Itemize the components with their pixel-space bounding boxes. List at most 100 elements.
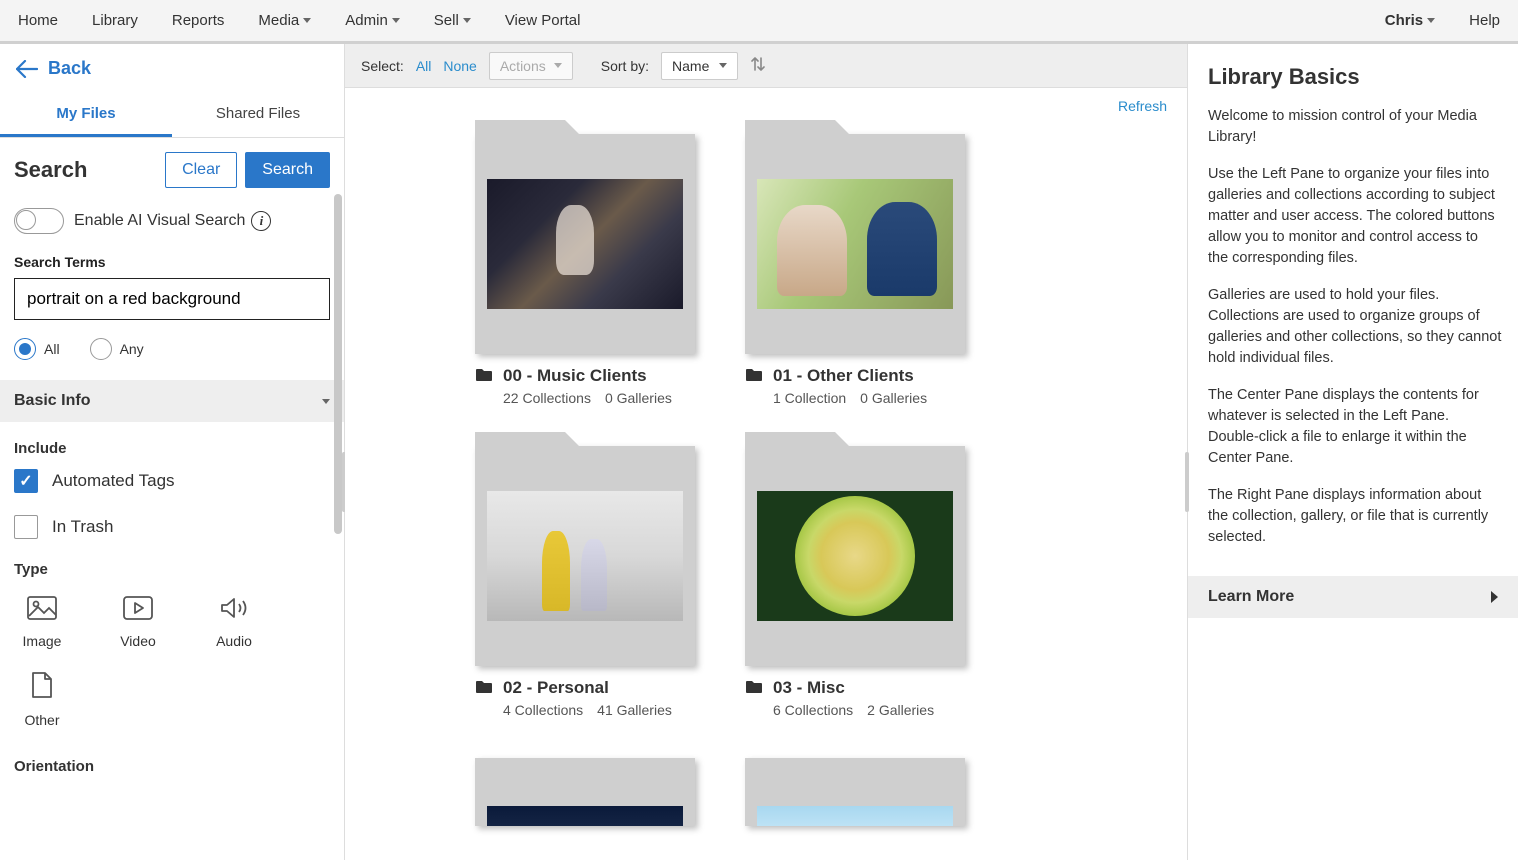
search-header: Search Clear Search (0, 138, 344, 198)
nav-reports[interactable]: Reports (172, 12, 225, 29)
search-button[interactable]: Search (245, 152, 330, 188)
sort-direction-icon[interactable] (750, 55, 766, 76)
folder-icon (745, 367, 763, 385)
nav-library[interactable]: Library (92, 12, 138, 29)
folder-subtitle: 22 Collections0 Galleries (475, 390, 695, 406)
nav-home[interactable]: Home (18, 12, 58, 29)
check-in-trash-label: In Trash (52, 517, 113, 537)
radio-icon (14, 338, 36, 360)
learn-more-button[interactable]: Learn More (1188, 576, 1518, 618)
checkbox-icon (14, 515, 38, 539)
center-pane: Select: All None Actions Sort by: Name R… (345, 44, 1188, 860)
back-button[interactable]: Back (0, 44, 344, 93)
radio-any[interactable]: Any (90, 338, 144, 360)
tab-shared-files[interactable]: Shared Files (172, 93, 344, 137)
nav-help[interactable]: Help (1469, 12, 1500, 29)
folder-thumbnail (745, 446, 965, 666)
thumbnail-image (757, 179, 953, 309)
right-p1: Welcome to mission control of your Media… (1208, 106, 1502, 148)
refresh-link[interactable]: Refresh (1118, 98, 1167, 114)
actions-dropdown[interactable]: Actions (489, 52, 573, 80)
folder-item[interactable]: 02 - Personal 4 Collections41 Galleries (475, 446, 695, 718)
nav-view-portal-label: View Portal (505, 12, 581, 29)
basic-info-section[interactable]: Basic Info (0, 380, 344, 422)
include-label: Include (14, 440, 330, 457)
actions-label: Actions (500, 58, 546, 74)
folder-item[interactable]: 00 - Music Clients 22 Collections0 Galle… (475, 134, 695, 406)
folder-item[interactable]: 03 - Misc 6 Collections2 Galleries (745, 446, 965, 718)
search-terms-input[interactable] (14, 278, 330, 320)
folder-icon (475, 679, 493, 697)
nav-user-label: Chris (1385, 12, 1423, 29)
back-label: Back (48, 58, 91, 79)
folder-thumbnail (745, 758, 965, 826)
caret-down-icon (1427, 18, 1435, 23)
type-other-label: Other (24, 712, 59, 728)
clear-button[interactable]: Clear (165, 152, 237, 188)
folder-subtitle: 4 Collections41 Galleries (475, 702, 695, 718)
tab-my-files[interactable]: My Files (0, 93, 172, 137)
folder-icon (475, 367, 493, 385)
type-image-label: Image (23, 633, 62, 649)
caret-down-icon (322, 399, 330, 404)
folder-item[interactable]: 01 - Other Clients 1 Collection0 Galleri… (745, 134, 965, 406)
radio-all[interactable]: All (14, 338, 60, 360)
type-video[interactable]: Video (110, 596, 166, 649)
search-terms-label: Search Terms (14, 254, 330, 270)
nav-right: Chris Help (1385, 12, 1500, 29)
nav-media[interactable]: Media (258, 12, 311, 29)
type-video-label: Video (120, 633, 156, 649)
type-label: Type (14, 561, 330, 578)
file-tabs: My Files Shared Files (0, 93, 344, 138)
right-pane: Library Basics Welcome to mission contro… (1188, 44, 1518, 860)
right-title: Library Basics (1208, 64, 1502, 90)
folder-title: 03 - Misc (773, 678, 845, 698)
learn-more-label: Learn More (1208, 588, 1294, 606)
check-in-trash[interactable]: In Trash (14, 515, 330, 539)
toggle-knob (16, 210, 36, 230)
radio-all-label: All (44, 341, 60, 357)
sort-dropdown[interactable]: Name (661, 52, 738, 80)
type-other[interactable]: Other (14, 671, 70, 728)
caret-down-icon (463, 18, 471, 23)
type-audio[interactable]: Audio (206, 596, 262, 649)
type-image[interactable]: Image (14, 596, 70, 649)
info-icon[interactable]: i (251, 211, 271, 231)
folder-item[interactable] (475, 758, 695, 826)
right-p5: The Right Pane displays information abou… (1208, 485, 1502, 548)
video-icon (123, 596, 153, 623)
nav-left: Home Library Reports Media Admin Sell Vi… (18, 12, 580, 29)
select-all[interactable]: All (416, 58, 432, 74)
nav-admin[interactable]: Admin (345, 12, 400, 29)
caret-down-icon (719, 63, 727, 68)
nav-media-label: Media (258, 12, 299, 29)
folder-thumbnail (745, 134, 965, 354)
check-automated-tags[interactable]: Automated Tags (14, 469, 330, 493)
orientation-label: Orientation (14, 758, 330, 775)
thumbnail-image (757, 491, 953, 621)
arrow-left-icon (16, 60, 38, 78)
folder-tab-icon (475, 432, 565, 446)
radio-any-label: Any (120, 341, 144, 357)
nav-help-label: Help (1469, 12, 1500, 29)
select-none[interactable]: None (443, 58, 476, 74)
folder-tab-icon (745, 432, 835, 446)
folder-title: 02 - Personal (503, 678, 609, 698)
scrollbar-thumb[interactable] (334, 194, 342, 534)
folder-grid: 00 - Music Clients 22 Collections0 Galle… (345, 114, 1187, 860)
ai-search-toggle[interactable] (14, 208, 64, 234)
search-title: Search (14, 157, 87, 183)
pane-resize-handle[interactable] (1185, 452, 1189, 512)
radio-icon (90, 338, 112, 360)
left-pane: Back My Files Shared Files Search Clear … (0, 44, 345, 860)
folder-item[interactable] (745, 758, 965, 826)
nav-user[interactable]: Chris (1385, 12, 1435, 29)
right-p4: The Center Pane displays the contents fo… (1208, 385, 1502, 469)
caret-down-icon (554, 63, 562, 68)
nav-library-label: Library (92, 12, 138, 29)
folder-icon (745, 679, 763, 697)
nav-sell-label: Sell (434, 12, 459, 29)
sort-label: Sort by: (601, 58, 649, 74)
nav-view-portal[interactable]: View Portal (505, 12, 581, 29)
nav-sell[interactable]: Sell (434, 12, 471, 29)
